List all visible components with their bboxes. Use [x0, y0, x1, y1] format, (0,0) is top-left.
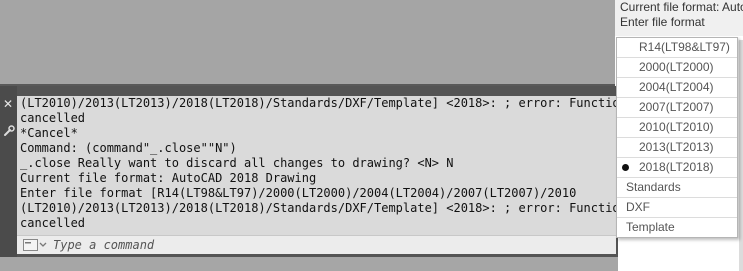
dropdown-option-label: Template — [626, 220, 675, 234]
panel-scrollbar[interactable] — [739, 40, 743, 271]
command-history-line: *Cancel* — [20, 126, 78, 140]
dropdown-option-label: Standards — [626, 180, 681, 194]
dynamic-input-line-1: Current file format: AutoCAD 2018 Drawin… — [620, 0, 743, 14]
wrench-icon[interactable] — [3, 125, 15, 137]
close-icon[interactable]: ✕ — [3, 97, 13, 111]
dropdown-option-label: 2007(LT2007) — [639, 100, 714, 114]
status-bar — [0, 257, 618, 271]
dropdown-option[interactable]: 2004(LT2004) — [617, 78, 737, 98]
dynamic-input-header: Current file format: AutoCAD 2018 Drawin… — [615, 0, 743, 36]
dropdown-option[interactable]: Standards — [617, 178, 737, 198]
command-history[interactable]: (LT2010)/2013(LT2013)/2018(LT2018)/Stand… — [17, 96, 616, 238]
dropdown-option[interactable]: Template — [617, 218, 737, 237]
command-history-text: (LT2010)/2013(LT2013)/2018(LT2018)/Stand… — [17, 96, 616, 231]
command-input[interactable] — [53, 236, 613, 254]
dropdown-option-label: R14(LT98&LT97) — [639, 40, 730, 54]
dropdown-option[interactable]: 2013(LT2013) — [617, 138, 737, 158]
command-history-line: Command: (command"_.close""N") — [20, 141, 237, 155]
dropdown-option[interactable]: 2007(LT2007) — [617, 98, 737, 118]
command-line-window: ✕ (LT2010)/2013(LT2013)/2018(LT2018)/Sta… — [0, 86, 618, 271]
dropdown-option-label: DXF — [626, 200, 650, 214]
dropdown-option[interactable]: DXF — [617, 198, 737, 218]
dropdown-option[interactable]: 2000(LT2000) — [617, 58, 737, 78]
dropdown-option-label: 2018(LT2018) — [639, 160, 714, 174]
command-history-line: _.close Really want to discard all chang… — [20, 156, 454, 170]
dropdown-option-label: 2013(LT2013) — [639, 140, 714, 154]
dropdown-option[interactable]: 2018(LT2018) — [617, 158, 737, 178]
dropdown-option[interactable]: 2010(LT2010) — [617, 118, 737, 138]
selected-bullet-icon — [622, 164, 629, 171]
command-history-line: Current file format: AutoCAD 2018 Drawin… — [20, 171, 317, 185]
dropdown-option-label: 2000(LT2000) — [639, 60, 714, 74]
command-history-line: Enter file format [R14(LT98&LT97)/2000(L… — [20, 186, 577, 200]
dropdown-option-label: 2010(LT2010) — [639, 120, 714, 134]
dropdown-option-label: 2004(LT2004) — [639, 80, 714, 94]
command-history-line: (LT2010)/2013(LT2013)/2018(LT2018)/Stand… — [20, 96, 616, 110]
command-line-grip[interactable]: ✕ — [0, 86, 17, 271]
command-history-line: (LT2010)/2013(LT2013)/2018(LT2018)/Stand… — [20, 201, 616, 215]
file-format-dropdown[interactable]: R14(LT98&LT97) 2000(LT2000) 2004(LT2004) 20… — [616, 37, 738, 238]
command-input-row — [17, 235, 616, 254]
dynamic-input-line-2: Enter file format — [620, 15, 705, 29]
dropdown-option[interactable]: R14(LT98&LT97) — [617, 38, 737, 58]
command-prompt-icon[interactable] — [23, 239, 47, 251]
command-history-line: cancelled — [20, 111, 86, 125]
command-history-line: cancelled — [20, 216, 86, 230]
